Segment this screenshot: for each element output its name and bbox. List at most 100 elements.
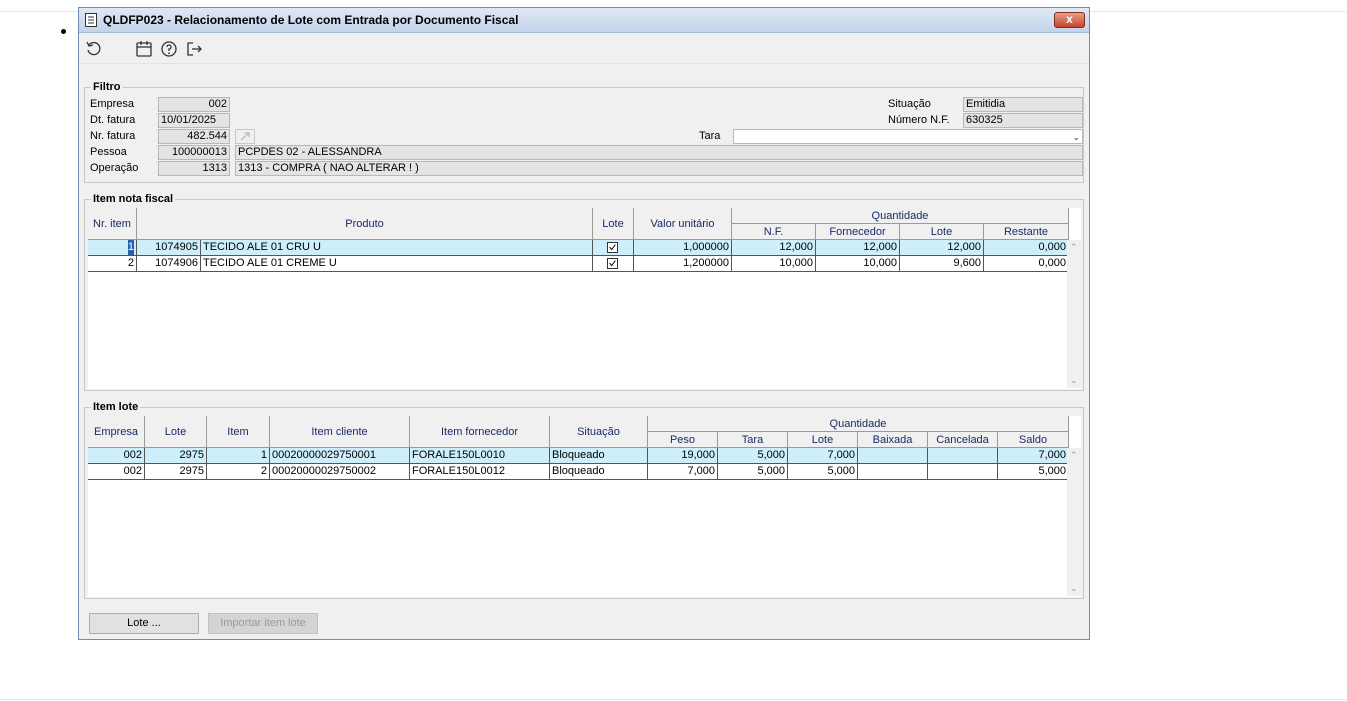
cell-situacao: Bloqueado	[550, 448, 648, 464]
col-item-cliente[interactable]: Item cliente	[270, 416, 410, 448]
col-produto[interactable]: Produto	[137, 208, 593, 240]
cell-item: 2	[207, 464, 270, 480]
nr-fatura-label: Nr. fatura	[90, 130, 136, 142]
vertical-scrollbar[interactable]: ⌃ ⌄	[1067, 240, 1081, 388]
situacao-label: Situação	[888, 98, 931, 110]
cell-lote: 12,000	[900, 240, 984, 256]
col-quantidade: Quantidade	[648, 416, 1069, 432]
cell-nr: 2	[88, 256, 137, 272]
cell-item-fornecedor: FORALE150L0010	[410, 448, 550, 464]
window-title: QLDFP023 - Relacionamento de Lote com En…	[103, 13, 519, 27]
calendar-icon[interactable]	[135, 40, 153, 58]
scroll-down-icon[interactable]: ⌄	[1070, 375, 1078, 386]
exit-icon[interactable]	[185, 40, 203, 58]
checkbox-checked-icon	[607, 258, 618, 269]
empresa-label: Empresa	[90, 98, 135, 110]
col-nr-item[interactable]: Nr. item	[88, 208, 137, 240]
close-icon: x	[1066, 12, 1073, 26]
list-bullet	[61, 29, 66, 34]
numero-nf-label: Número N.F.	[888, 114, 950, 126]
cell-restante: 0,000	[984, 240, 1069, 256]
cell-desc: TECIDO ALE 01 CRU U	[201, 240, 593, 256]
cell-lote-check[interactable]	[593, 240, 634, 256]
cell-saldo: 5,000	[998, 464, 1069, 480]
cell-item: 1	[207, 448, 270, 464]
filtro-group-label: Filtro	[91, 81, 123, 93]
cell-lote-check[interactable]	[593, 256, 634, 272]
scroll-up-icon[interactable]: ⌃	[1070, 450, 1078, 461]
item-lote-label: Item lote	[91, 401, 141, 413]
col-item-fornecedor[interactable]: Item fornecedor	[410, 416, 550, 448]
title-bar[interactable]: QLDFP023 - Relacionamento de Lote com En…	[79, 8, 1089, 33]
dt-fatura-field[interactable]: 10/01/2025	[158, 113, 230, 128]
cell-fornecedor: 10,000	[816, 256, 900, 272]
cell-fornecedor: 12,000	[816, 240, 900, 256]
cell-valor: 1,200000	[634, 256, 732, 272]
cell-saldo: 7,000	[998, 448, 1069, 464]
pessoa-code-field[interactable]: 100000013	[158, 145, 230, 160]
col-lote[interactable]: Lote	[145, 416, 207, 448]
col-nf[interactable]: N.F.	[732, 224, 816, 240]
cell-nf: 12,000	[732, 240, 816, 256]
refresh-icon[interactable]	[85, 40, 103, 58]
cell-item-cliente: 00020000029750001	[270, 448, 410, 464]
close-button[interactable]: x	[1054, 12, 1085, 28]
col-valor-unitario[interactable]: Valor unitário	[634, 208, 732, 240]
nr-fatura-field[interactable]: 482.544	[158, 129, 230, 144]
lookup-button[interactable]	[235, 129, 255, 144]
dt-fatura-label: Dt. fatura	[90, 114, 136, 126]
cell-nf: 10,000	[732, 256, 816, 272]
pessoa-name-field: PCPDES 02 - ALESSANDRA	[235, 145, 1083, 160]
cell-empresa: 002	[88, 464, 145, 480]
operacao-code-field[interactable]: 1313	[158, 161, 230, 176]
cell-empresa: 002	[88, 448, 145, 464]
cell-cancelada	[928, 464, 998, 480]
help-icon[interactable]	[160, 40, 178, 58]
col-fornecedor[interactable]: Fornecedor	[816, 224, 900, 240]
col-baixada[interactable]: Baixada	[858, 432, 928, 448]
col-tara[interactable]: Tara	[718, 432, 788, 448]
cell-peso: 19,000	[648, 448, 718, 464]
importar-item-lote-button[interactable]: Importar item lote	[208, 613, 318, 634]
page-bottom-divider	[0, 699, 1347, 700]
cell-tara: 5,000	[718, 464, 788, 480]
cell-lote: 2975	[145, 448, 207, 464]
cell-lote: 9,600	[900, 256, 984, 272]
checkbox-checked-icon	[607, 242, 618, 253]
cell-lote: 2975	[145, 464, 207, 480]
col-lote[interactable]: Lote	[593, 208, 634, 240]
cell-cod: 1074905	[137, 240, 201, 256]
col-cancelada[interactable]: Cancelada	[928, 432, 998, 448]
col-quantidade: Quantidade	[732, 208, 1069, 224]
chevron-down-icon: ⌄	[1072, 132, 1080, 142]
cell-item-cliente: 00020000029750002	[270, 464, 410, 480]
item-nota-grid: Nr. item Produto Lote Valor unitário Qua…	[88, 208, 1081, 389]
scroll-down-icon[interactable]: ⌄	[1070, 583, 1078, 594]
tara-select[interactable]: ⌄	[733, 129, 1083, 144]
col-q-lote[interactable]: Lote	[900, 224, 984, 240]
item-lote-group: Item lote Empresa Lote Item Item cliente…	[84, 401, 1084, 599]
situacao-field: Emitidia	[963, 97, 1083, 112]
col-empresa[interactable]: Empresa	[88, 416, 145, 448]
col-situacao[interactable]: Situação	[550, 416, 648, 448]
empresa-field[interactable]: 002	[158, 97, 230, 112]
col-saldo[interactable]: Saldo	[998, 432, 1069, 448]
scroll-up-icon[interactable]: ⌃	[1070, 242, 1078, 253]
col-restante[interactable]: Restante	[984, 224, 1069, 240]
item-nota-fiscal-group: Item nota fiscal Nr. item Produto Lote V…	[84, 193, 1084, 391]
cell-tara: 5,000	[718, 448, 788, 464]
col-peso[interactable]: Peso	[648, 432, 718, 448]
operacao-name-field: 1313 - COMPRA ( NAO ALTERAR ! )	[235, 161, 1083, 176]
operacao-label: Operação	[90, 162, 139, 174]
col-q-lote[interactable]: Lote	[788, 432, 858, 448]
dialog-window: QLDFP023 - Relacionamento de Lote com En…	[78, 7, 1090, 640]
vertical-scrollbar[interactable]: ⌃ ⌄	[1067, 448, 1081, 596]
pessoa-label: Pessoa	[90, 146, 127, 158]
cell-q-lote: 7,000	[788, 448, 858, 464]
toolbar	[79, 33, 1089, 64]
col-item[interactable]: Item	[207, 416, 270, 448]
item-lote-grid: Empresa Lote Item Item cliente Item forn…	[88, 416, 1081, 597]
cell-item-fornecedor: FORALE150L0012	[410, 464, 550, 480]
lote-button[interactable]: Lote ...	[89, 613, 199, 634]
cell-cancelada	[928, 448, 998, 464]
